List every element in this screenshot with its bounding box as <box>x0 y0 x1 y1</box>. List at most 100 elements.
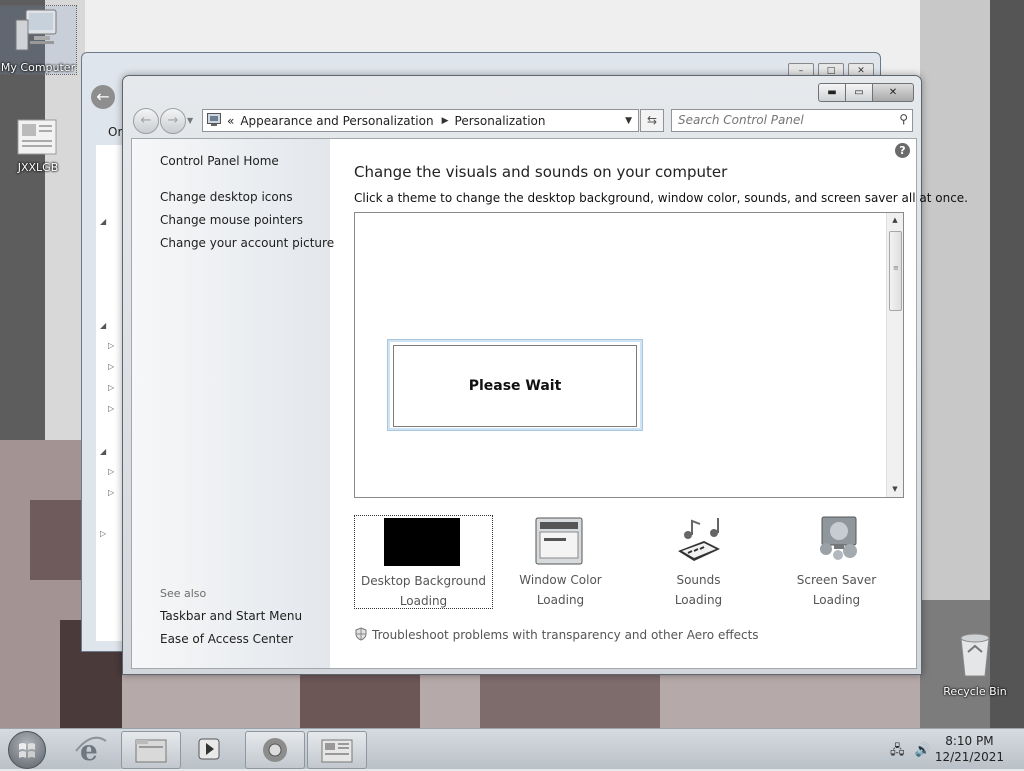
network-icon[interactable]: 🖧 <box>890 743 905 758</box>
expand-arrow-icon[interactable]: ▷ <box>108 404 114 413</box>
tile-status: Loading <box>812 593 861 607</box>
screen-saver-tile[interactable]: Screen Saver Loading <box>768 515 905 607</box>
desktop-background-icon <box>384 518 460 566</box>
internet-explorer-icon: e <box>75 734 107 767</box>
shield-icon <box>354 627 368 644</box>
scrollbar-thumb[interactable]: ≡ <box>889 231 902 311</box>
desktop-background-tile[interactable]: Desktop Background Loading <box>354 515 493 609</box>
forward-button[interactable]: → <box>160 108 186 134</box>
taskbar-clock[interactable]: 8:10 PM 12/21/2021 <box>935 733 1004 765</box>
control-panel-icon <box>207 112 221 129</box>
expand-arrow-icon[interactable]: ▷ <box>100 529 106 538</box>
control-panel-home-link[interactable]: Control Panel Home <box>160 154 279 168</box>
expand-arrow-icon[interactable]: ▷ <box>108 488 114 497</box>
close-button[interactable]: ✕ <box>873 83 914 102</box>
maximize-button[interactable]: ▭ <box>846 83 873 102</box>
breadcrumb-separator-icon[interactable]: ▶ <box>442 116 449 126</box>
tile-status: Loading <box>674 593 723 607</box>
see-also-label: See also <box>160 587 207 600</box>
expand-arrow-icon[interactable]: ▷ <box>108 467 114 476</box>
tile-label: Sounds <box>676 573 721 587</box>
internet-explorer-button[interactable]: e <box>62 731 120 767</box>
desktop-icon-label: My Computer <box>0 61 76 74</box>
refresh-button[interactable]: ⇆ <box>640 109 664 132</box>
search-input[interactable] <box>678 113 883 127</box>
tile-status: Loading <box>399 594 448 608</box>
volume-icon[interactable]: 🔊 <box>915 743 931 758</box>
address-overflow-chevron[interactable]: « <box>227 114 234 128</box>
change-account-picture-link[interactable]: Change your account picture <box>160 236 334 250</box>
screen-saver-icon <box>812 515 862 568</box>
page-subtitle: Click a theme to change the desktop back… <box>354 191 968 205</box>
expand-arrow-icon[interactable]: ▷ <box>108 341 114 350</box>
computer-icon <box>0 6 76 59</box>
collapse-arrow-icon[interactable]: ◢ <box>100 321 106 330</box>
task-pane: Control Panel Home Change desktop icons … <box>132 139 334 668</box>
tile-label: Screen Saver <box>796 573 877 587</box>
address-dropdown-icon[interactable]: ▼ <box>625 116 632 126</box>
taskbar: e 🖧 🔊 8:10 PM 12/21/2021 <box>0 728 1024 769</box>
troubleshoot-link[interactable]: Troubleshoot problems with transparency … <box>354 627 759 644</box>
control-panel-taskbar-button[interactable] <box>307 731 367 769</box>
expand-arrow-icon[interactable]: ▷ <box>108 362 114 371</box>
tile-label: Window Color <box>519 573 602 587</box>
refresh-icon: ⇆ <box>646 113 658 127</box>
window-color-icon <box>535 517 583 568</box>
minimize-button[interactable]: ▬ <box>818 83 846 102</box>
start-button[interactable] <box>8 731 46 769</box>
scroll-down-arrow-icon[interactable]: ▼ <box>887 485 903 493</box>
sounds-tile[interactable]: Sounds Loading <box>630 515 767 607</box>
scroll-grip-icon: ≡ <box>893 264 899 272</box>
page-title: Change the visuals and sounds on your co… <box>354 163 728 181</box>
address-bar[interactable]: « Appearance and Personalization ▶ Perso… <box>202 109 639 132</box>
system-tray: 🖧 🔊 <box>890 741 931 763</box>
windows-logo-icon <box>19 743 35 758</box>
forward-arrow-icon: → <box>167 113 179 128</box>
change-mouse-pointers-link[interactable]: Change mouse pointers <box>160 213 303 227</box>
tile-status: Loading <box>536 593 585 607</box>
document-icon <box>0 118 76 159</box>
main-pane: ? Change the visuals and sounds on your … <box>330 139 968 668</box>
desktop-icon-label: JXXLGB <box>17 161 59 174</box>
desktop-icon-recycle-bin[interactable]: Recycle Bin <box>937 630 1013 698</box>
ease-of-access-center-link[interactable]: Ease of Access Center <box>160 632 293 646</box>
chrome-button[interactable] <box>245 731 305 769</box>
desktop-icon-my-computer[interactable]: My Computer <box>0 5 77 75</box>
vertical-scrollbar[interactable]: ▲ ≡ ▼ <box>886 213 903 497</box>
please-wait-text: Please Wait <box>393 345 637 427</box>
change-desktop-icons-link[interactable]: Change desktop icons <box>160 190 293 204</box>
collapse-arrow-icon[interactable]: ◢ <box>100 217 106 226</box>
desktop-icon-label: Recycle Bin <box>943 685 1007 698</box>
scroll-up-arrow-icon[interactable]: ▲ <box>887 216 903 224</box>
back-arrow-icon[interactable]: ← <box>91 85 115 109</box>
troubleshoot-link-label: Troubleshoot problems with transparency … <box>372 628 759 642</box>
control-panel-icon <box>321 739 353 763</box>
window-color-tile[interactable]: Window Color Loading <box>492 515 629 607</box>
recent-pages-dropdown-icon[interactable]: ▼ <box>187 116 193 125</box>
expand-arrow-icon[interactable]: ▷ <box>108 383 114 392</box>
search-box[interactable]: ⚲ <box>671 109 913 132</box>
please-wait-dialog: Please Wait <box>388 340 642 430</box>
chrome-icon <box>263 738 287 762</box>
windows-explorer-button[interactable] <box>121 731 181 769</box>
search-icon[interactable]: ⚲ <box>899 112 908 126</box>
content-area: Control Panel Home Change desktop icons … <box>131 138 968 669</box>
recycle-bin-icon <box>937 630 1013 683</box>
organize-menu[interactable]: Or <box>108 125 122 139</box>
collapse-arrow-icon[interactable]: ◢ <box>100 447 106 456</box>
theme-list[interactable]: Please Wait ▲ ≡ ▼ <box>354 212 904 498</box>
clock-time: 8:10 PM <box>945 734 994 748</box>
clock-date: 12/21/2021 <box>934 750 1004 764</box>
media-player-button[interactable] <box>180 731 238 767</box>
personalization-window[interactable]: ▬ ▭ ✕ ← → ▼ « Appearance and Personaliza… <box>122 75 968 675</box>
media-player-icon <box>198 738 220 760</box>
back-arrow-icon: ← <box>140 113 152 128</box>
sounds-icon <box>674 515 726 568</box>
breadcrumb-personalization[interactable]: Personalization <box>455 114 546 128</box>
breadcrumb-appearance-and-personalization[interactable]: Appearance and Personalization <box>240 114 433 128</box>
desktop-icon-jxxlgb[interactable]: JXXLGB <box>0 118 76 174</box>
window-caption-buttons: ▬ ▭ ✕ <box>818 83 914 102</box>
taskbar-and-start-menu-link[interactable]: Taskbar and Start Menu <box>160 609 302 623</box>
back-button[interactable]: ← <box>133 108 159 134</box>
help-icon[interactable]: ? <box>895 143 910 158</box>
